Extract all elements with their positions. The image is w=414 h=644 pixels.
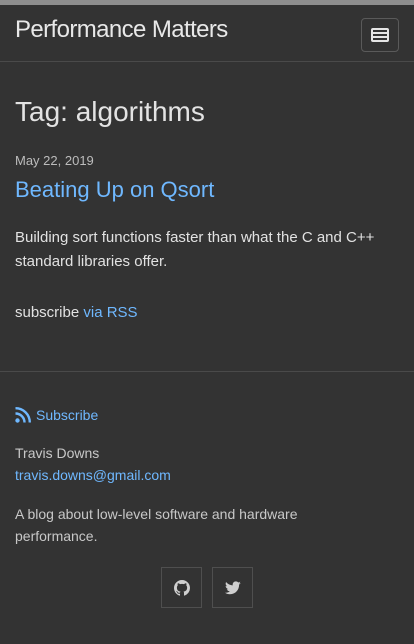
github-button[interactable] bbox=[161, 567, 202, 608]
author-email-link[interactable]: travis.downs@gmail.com bbox=[15, 467, 171, 483]
post-title-link[interactable]: Beating Up on Qsort bbox=[15, 177, 214, 203]
post-excerpt: Building sort functions faster than what… bbox=[15, 229, 375, 270]
subscribe-prefix: subscribe bbox=[15, 304, 80, 321]
twitter-button[interactable] bbox=[212, 567, 253, 608]
subscribe-line: subscribe via RSS bbox=[15, 304, 138, 321]
blog-description: A blog about low-level software and hard… bbox=[15, 506, 298, 544]
rss-link[interactable]: via RSS bbox=[83, 304, 137, 321]
twitter-icon bbox=[224, 580, 241, 594]
footer-subscribe-label: Subscribe bbox=[36, 407, 99, 423]
page-title: Tag: algorithms bbox=[15, 96, 205, 127]
rss-icon bbox=[15, 407, 31, 423]
footer-subscribe-link[interactable]: Subscribe bbox=[15, 407, 98, 423]
hamburger-icon bbox=[371, 28, 389, 42]
menu-toggle-button[interactable] bbox=[361, 18, 399, 52]
site-header: Performance Matters bbox=[0, 5, 414, 62]
author-name: Travis Downs bbox=[15, 445, 100, 461]
github-icon bbox=[173, 579, 190, 596]
post-date: May 22, 2019 bbox=[15, 153, 94, 168]
footer-divider bbox=[0, 371, 414, 372]
site-title-link[interactable]: Performance Matters bbox=[15, 16, 228, 44]
